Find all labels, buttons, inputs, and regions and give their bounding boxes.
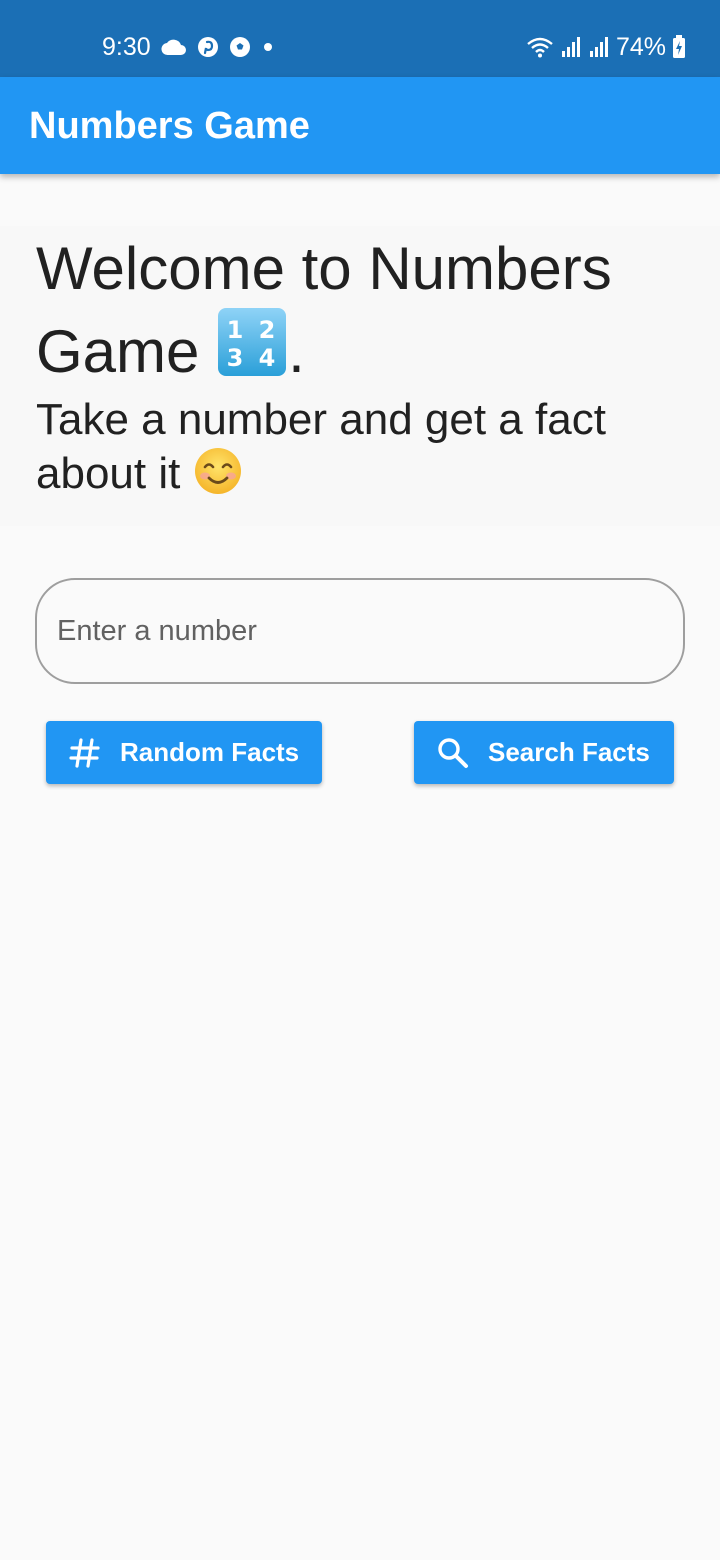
signal-icon <box>561 37 580 57</box>
search-facts-label: Search Facts <box>488 737 650 767</box>
pinterest-icon <box>197 37 218 57</box>
status-time: 9:30 <box>102 33 151 61</box>
svg-text:4: 4 <box>259 344 276 372</box>
status-bar: 9:30 74% <box>0 0 720 77</box>
status-right: 74% <box>526 30 686 64</box>
random-facts-button[interactable]: Random Facts <box>46 721 322 784</box>
dot-icon <box>263 43 272 51</box>
welcome-heading-text: Welcome to Numbers Game <box>36 235 612 385</box>
svg-text:1: 1 <box>227 316 244 344</box>
soccer-ball-icon <box>229 37 250 57</box>
signal-icon <box>589 37 608 57</box>
app-bar: Numbers Game <box>0 77 720 174</box>
app-title: Numbers Game <box>29 105 310 147</box>
input-numbers-icon: 1 2 3 4 <box>218 308 287 376</box>
main-content: Welcome to Numbers Game 1 2 3 4 . Take a… <box>0 174 720 1560</box>
svg-text:2: 2 <box>259 316 276 344</box>
welcome-subtitle-text: Take a number and get a fact about it <box>36 395 606 498</box>
hashtag-icon <box>69 737 100 768</box>
battery-percent: 74% <box>615 33 666 61</box>
search-icon <box>438 737 468 768</box>
welcome-card: Welcome to Numbers Game 1 2 3 4 . Take a… <box>0 226 720 526</box>
random-facts-label: Random Facts <box>120 737 300 767</box>
search-facts-button[interactable]: Search Facts <box>414 721 674 784</box>
smiling-face-icon <box>194 448 241 494</box>
number-input[interactable] <box>35 578 685 684</box>
battery-charging-icon <box>673 35 685 58</box>
status-left: 9:30 <box>102 30 275 64</box>
welcome-heading: Welcome to Numbers Game 1 2 3 4 . <box>36 232 686 389</box>
welcome-subtitle: Take a number and get a fact about it <box>36 394 676 500</box>
svg-text:3: 3 <box>227 344 244 372</box>
welcome-heading-period: . <box>288 318 305 385</box>
wifi-icon <box>527 37 553 58</box>
cloud-icon <box>161 39 186 56</box>
